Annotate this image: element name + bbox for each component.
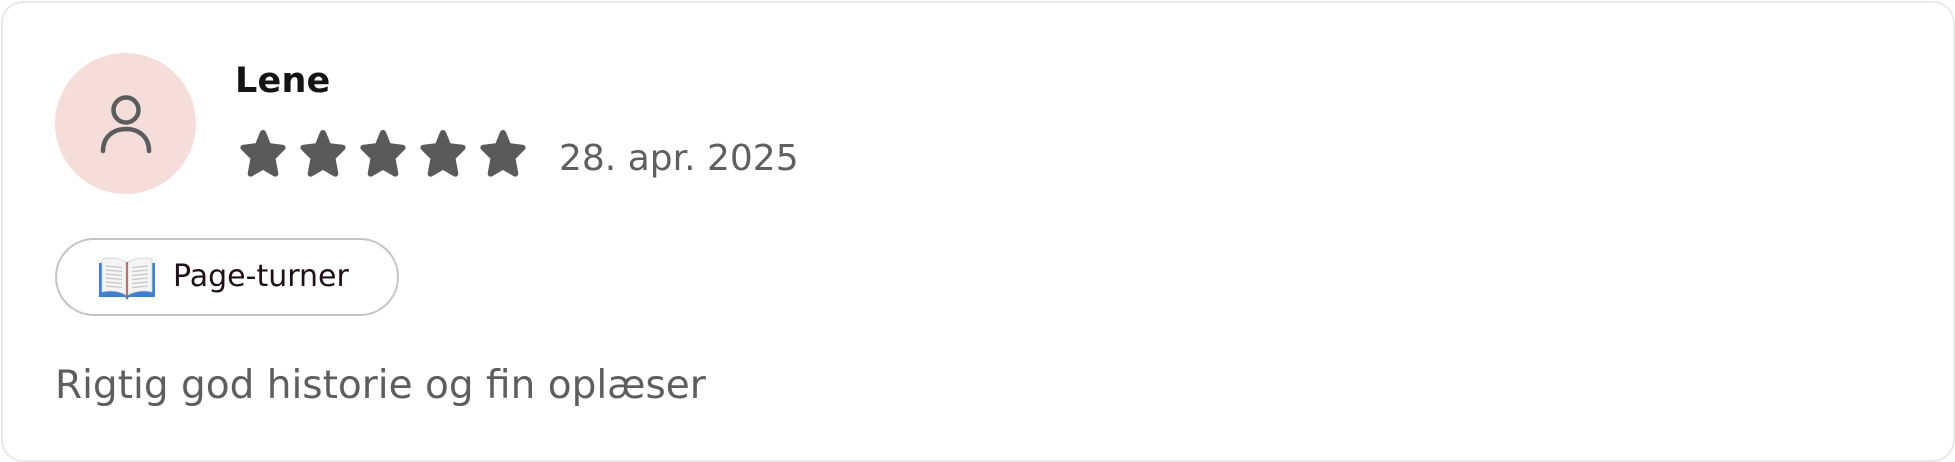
star-icon — [420, 130, 466, 177]
tag-chip: Page-turner — [55, 238, 399, 316]
tag-label: Page-turner — [173, 259, 349, 294]
review-card: Lene 28. apr. 2025 Page-turner Rigtig go… — [1, 1, 1955, 462]
star-icon — [360, 130, 406, 177]
star-icon — [240, 130, 286, 177]
star-icon — [480, 130, 526, 177]
reviewer-name: Lene — [235, 61, 331, 101]
star-icon — [300, 130, 346, 177]
review-date: 28. apr. 2025 — [559, 138, 799, 179]
open-book-icon — [99, 257, 155, 300]
person-icon — [100, 95, 152, 154]
star-rating — [237, 127, 529, 183]
avatar — [55, 53, 196, 194]
review-text: Rigtig god historie og fin oplæser — [55, 363, 706, 408]
